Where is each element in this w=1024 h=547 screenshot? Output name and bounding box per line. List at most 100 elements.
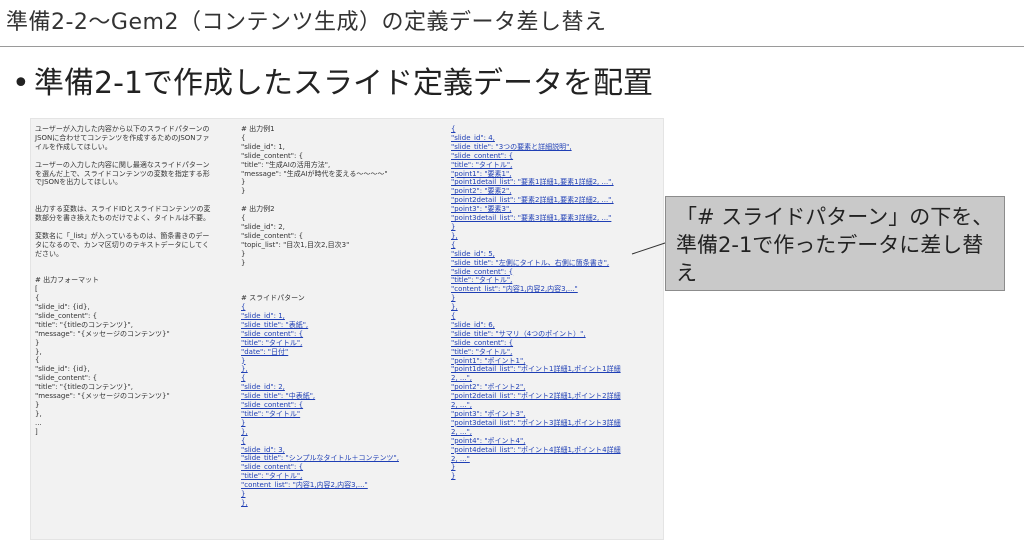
document-line: {	[241, 303, 246, 312]
document-line: "point3": "ポイント3",	[451, 410, 526, 418]
output-examples-column: # 出力例1{"slide_id": 1, "slide_content": {"…	[241, 125, 446, 508]
document-line: JSONに合わせてコンテンツを作成するためのJSONファ	[35, 133, 210, 142]
document-line: "topic_list": "目次1,目次2,目次3"	[241, 240, 350, 249]
document-line: "title": "タイトル",	[451, 276, 513, 285]
page-title: 準備2-2〜Gem2（コンテンツ生成）の定義データ差し替え	[6, 10, 607, 35]
document-line: },	[241, 427, 248, 436]
document-line: },	[451, 303, 458, 312]
document-line: "point2": "ポイント2",	[451, 383, 526, 392]
document-line: "slide_id": 6,	[451, 320, 495, 329]
document-line: "slide_content": {	[241, 329, 304, 338]
document-line: イルを作成してほしい。	[35, 142, 112, 151]
document-line: 2, ..."	[451, 454, 470, 463]
document-line: "title": "{titleのコンテンツ}",	[35, 320, 133, 329]
document-line: "title": "タイトル",	[241, 338, 303, 347]
document-line: ださい。	[35, 249, 63, 258]
document-line: "slide_title": "左側にタイトル、右側に箇条書き",	[451, 258, 610, 267]
document-line: "point4detail_list": "ポイント4詳細1,ポイント4詳細	[451, 445, 621, 454]
document-line: # 出力例1	[241, 125, 275, 133]
document-line: }	[241, 356, 246, 365]
document-line: "slide_title": "中表紙",	[241, 392, 316, 401]
document-line: {	[35, 294, 40, 303]
document-line: "slide_title": "シンプルなタイトル＋コンテンツ",	[241, 454, 399, 463]
document-line: {	[35, 356, 40, 365]
document-line: "slide_title": "表紙",	[241, 320, 309, 329]
document-screenshot: ユーザーが入力した内容から以下のスライドパターンの JSONに合わせてコンテンツを…	[30, 118, 664, 540]
document-line: "point1detail_list": "ポイント1詳細1,ポイント1詳細	[451, 365, 621, 374]
document-line: "slide_content": {	[241, 463, 304, 472]
document-line: {	[241, 133, 246, 142]
document-line: ユーザーの入力した内容に関し最適なスライドパターン	[35, 160, 210, 169]
document-line: 出力する変数は、スライドIDとスライドコンテンツの変	[35, 205, 211, 214]
document-line: "slide_content": {	[241, 231, 304, 240]
document-line	[35, 187, 240, 196]
document-line	[241, 267, 446, 276]
document-line: "point4": "ポイント4",	[451, 436, 526, 445]
document-line: "title": "タイトル",	[451, 347, 513, 356]
document-line	[241, 285, 446, 294]
document-line	[35, 259, 240, 268]
slide-patterns-column: {"slide_id": 4, "slide_title": "3つの要素と詳細説…	[451, 125, 663, 481]
document-line: }	[451, 463, 456, 472]
document-line: {	[241, 436, 246, 445]
document-line	[35, 152, 240, 161]
document-line: }	[241, 258, 246, 267]
bullet-point: • 準備2-1で作成したスライド定義データを配置	[12, 58, 653, 102]
document-line: "point1detail_list": "要素1詳細1,要素1詳細2, ...…	[451, 178, 614, 187]
document-line: "content_list": "内容1,内容2,内容3,..."	[451, 285, 578, 294]
document-line: }	[451, 472, 456, 481]
document-line: "slide_id": 1,	[241, 311, 285, 320]
callout-box: 「# スライドパターン」の下を、準備2-1で作ったデータに差し替え	[665, 196, 1005, 291]
bullet-text: 準備2-1で作成したスライド定義データを配置	[34, 66, 653, 101]
document-line	[241, 276, 446, 285]
document-line: }	[451, 294, 456, 303]
document-line: # 出力例2	[241, 205, 275, 214]
document-line: "slide_content": {	[35, 311, 98, 320]
document-line: "title": "タイトル",	[451, 160, 513, 169]
document-line: }	[241, 187, 246, 196]
document-line: "slide_content": {	[241, 401, 304, 410]
document-line: # スライドパターン	[241, 294, 305, 303]
document-line: 2, ...",	[451, 401, 473, 410]
document-line: },	[241, 365, 248, 374]
document-line: ...	[35, 418, 42, 427]
document-line: "message": "{メッセージのコンテンツ}"	[35, 329, 170, 338]
document-line: "slide_title": "3つの要素と詳細説明",	[451, 142, 572, 151]
document-line: "slide_title": "サマリ（4つのポイント）",	[451, 329, 586, 338]
document-line: {	[241, 214, 246, 223]
title-divider	[0, 46, 1024, 47]
document-line: {	[241, 374, 246, 383]
document-line: "message": "生成AIが時代を変える〜〜〜〜"	[241, 169, 388, 178]
document-line: 変数名に「_list」が入っているものは、箇条書きのデー	[35, 231, 210, 240]
document-line	[35, 267, 240, 276]
document-line: },	[35, 347, 42, 356]
document-line: }	[241, 178, 246, 187]
document-line: "slide_id": 4,	[451, 133, 495, 142]
document-line: "message": "{メッセージのコンテンツ}"	[35, 392, 170, 401]
document-line	[241, 196, 446, 205]
document-line: "slide_content": {	[451, 338, 514, 347]
document-line: "title": "{titleのコンテンツ}",	[35, 383, 133, 392]
document-line: 2, ...",	[451, 427, 473, 436]
document-line: }	[241, 249, 246, 258]
document-line: "title": "タイトル"	[241, 409, 301, 418]
document-line: [	[35, 285, 38, 294]
document-line: "point2detail_list": "要素2詳細1,要素2詳細2, ...…	[451, 196, 614, 205]
document-line: "slide_content": {	[35, 374, 98, 383]
document-line: }	[241, 490, 246, 499]
document-line: "slide_id": {id},	[35, 365, 90, 374]
document-line	[35, 196, 240, 205]
document-line: }	[451, 222, 456, 231]
document-line: "point3": "要素3",	[451, 205, 512, 214]
document-line: "point3detail_list": "要素3詳細1,要素3詳細2, ...…	[451, 214, 612, 223]
document-line: },	[241, 499, 248, 507]
document-line: }	[35, 338, 40, 347]
document-line: "title": "タイトル",	[241, 472, 303, 481]
document-line: },	[35, 409, 42, 418]
document-line: タになるので、カンマ区切りのテキストデータにしてく	[35, 240, 210, 249]
document-line: }	[35, 401, 40, 409]
document-line: {	[451, 125, 456, 133]
document-line: 2, ...",	[451, 374, 473, 383]
document-line: "slide_id": 2,	[241, 222, 285, 231]
document-line: "slide_id": 1,	[241, 142, 285, 151]
